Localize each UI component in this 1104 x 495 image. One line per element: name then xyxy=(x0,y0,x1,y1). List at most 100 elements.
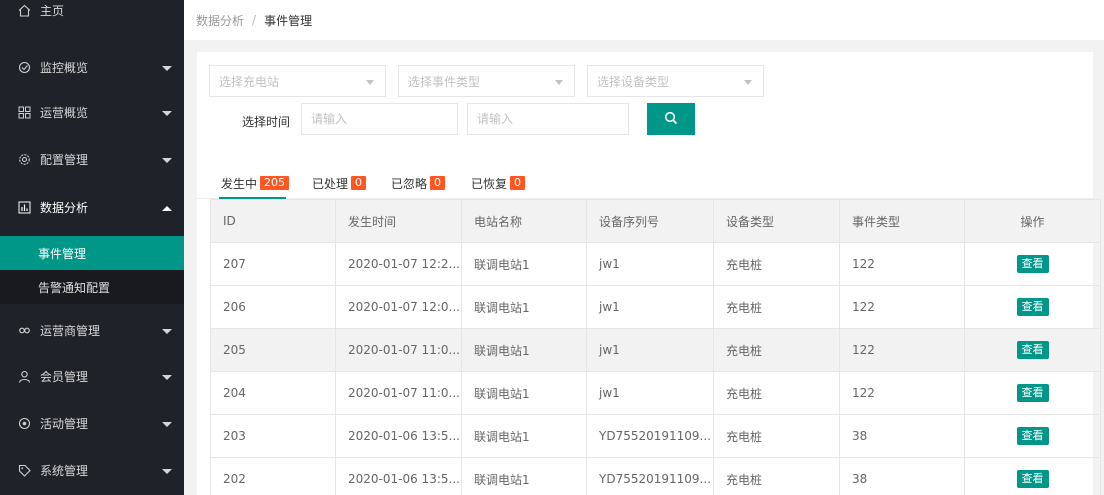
cell-event-type: 122 xyxy=(839,371,965,415)
tab-ignored[interactable]: 已忽略 0 xyxy=(391,172,446,194)
sidebar-item-activities[interactable]: 活动管理 xyxy=(0,401,184,446)
cell-device-type: 充电桩 xyxy=(713,371,840,415)
table-row: 202 2020-01-06 13:5... 联调电站1 YD755201911… xyxy=(210,457,1101,495)
cell-action: 查看 xyxy=(964,457,1101,495)
cell-station: 联调电站1 xyxy=(461,371,587,415)
cell-time: 2020-01-07 12:2... xyxy=(335,242,462,286)
cell-serial: jw1 xyxy=(586,328,714,372)
cell-id: 202 xyxy=(210,457,336,495)
cell-station: 联调电站1 xyxy=(461,328,587,372)
cell-action: 查看 xyxy=(964,371,1101,415)
view-button[interactable]: 查看 xyxy=(1016,384,1049,402)
cell-device-type: 充电桩 xyxy=(713,242,840,286)
search-button[interactable] xyxy=(647,103,695,135)
cell-time: 2020-01-07 11:0... xyxy=(335,371,462,415)
chevron-down-icon xyxy=(162,468,172,474)
sidebar-item-monitor[interactable]: 监控概览 xyxy=(0,45,184,90)
column-header-serial[interactable]: 设备序列号 xyxy=(586,199,714,243)
cell-device-type: 充电桩 xyxy=(713,328,840,372)
events-table: ID 发生时间 电站名称 设备序列号 设备类型 事件类型 操作 207 2020… xyxy=(210,199,1101,495)
sidebar-subitem-label: 告警通知配置 xyxy=(38,280,111,295)
cell-device-type: 充电桩 xyxy=(713,414,840,458)
cell-action: 查看 xyxy=(964,414,1101,458)
cell-id: 204 xyxy=(210,371,336,415)
chevron-down-icon xyxy=(162,157,172,163)
breadcrumb-separator: / xyxy=(252,13,257,27)
table-row: 206 2020-01-07 12:0... 联调电站1 jw1 充电桩 122… xyxy=(210,285,1101,329)
event-type-select-placeholder: 选择事件类型 xyxy=(408,74,481,89)
table-row: 207 2020-01-07 12:2... 联调电站1 jw1 充电桩 122… xyxy=(210,242,1101,286)
sidebar-item-label: 监控概览 xyxy=(40,61,89,75)
cell-id: 207 xyxy=(210,242,336,286)
device-type-select[interactable]: 选择设备类型 xyxy=(587,65,764,97)
tab-label: 已忽略 xyxy=(391,176,428,191)
view-button[interactable]: 查看 xyxy=(1016,255,1049,273)
cell-id: 206 xyxy=(210,285,336,329)
cell-serial: jw1 xyxy=(586,242,714,286)
view-button[interactable]: 查看 xyxy=(1016,427,1049,445)
start-time-input[interactable] xyxy=(301,103,458,135)
sidebar-item-home[interactable]: 主页 xyxy=(0,0,184,33)
sidebar-item-config[interactable]: 配置管理 xyxy=(0,137,184,182)
column-header-event-type[interactable]: 事件类型 xyxy=(839,199,965,243)
sidebar-item-label: 活动管理 xyxy=(40,417,89,431)
chevron-down-icon xyxy=(162,328,172,334)
cell-id: 205 xyxy=(210,328,336,372)
cell-station: 联调电站1 xyxy=(461,457,587,495)
breadcrumb-parent[interactable]: 数据分析 xyxy=(196,12,244,29)
cell-action: 查看 xyxy=(964,328,1101,372)
tab-occurring[interactable]: 发生中 205 xyxy=(221,172,290,194)
tab-recovered[interactable]: 已恢复 0 xyxy=(471,172,526,194)
sidebar-subitem-alarm-config[interactable]: 告警通知配置 xyxy=(0,270,184,304)
sidebar-item-operators[interactable]: 运营商管理 xyxy=(0,308,184,353)
cell-event-type: 122 xyxy=(839,242,965,286)
sidebar-item-system[interactable]: 系统管理 xyxy=(0,448,184,493)
cell-serial: jw1 xyxy=(586,371,714,415)
user-icon xyxy=(17,370,31,384)
column-header-time[interactable]: 发生时间 xyxy=(335,199,462,243)
cell-device-type: 充电桩 xyxy=(713,457,840,495)
count-badge: 0 xyxy=(430,176,446,190)
count-badge: 0 xyxy=(510,176,526,190)
view-button[interactable]: 查看 xyxy=(1016,298,1049,316)
column-header-id[interactable]: ID xyxy=(210,199,336,243)
cell-event-type: 122 xyxy=(839,328,965,372)
column-header-device-type[interactable]: 设备类型 xyxy=(713,199,840,243)
cell-serial: YD75520191109... xyxy=(586,457,714,495)
event-type-select[interactable]: 选择事件类型 xyxy=(398,65,575,97)
sidebar-item-data-analysis[interactable]: 数据分析 xyxy=(0,185,184,230)
search-icon xyxy=(664,111,678,128)
activity-icon xyxy=(17,417,31,431)
cell-id: 203 xyxy=(210,414,336,458)
sidebar: 主页 监控概览 运营概览 配置管理 数据分析 事件管理 告警通知配置 运营商管理… xyxy=(0,0,184,495)
tab-handled[interactable]: 已处理 0 xyxy=(312,172,367,194)
sidebar-item-label: 会员管理 xyxy=(40,370,89,384)
cell-station: 联调电站1 xyxy=(461,242,587,286)
cell-time: 2020-01-06 13:5... xyxy=(335,457,462,495)
station-select[interactable]: 选择充电站 xyxy=(209,65,386,97)
table-row: 203 2020-01-06 13:5... 联调电站1 YD755201911… xyxy=(210,414,1101,458)
sidebar-item-label: 运营概览 xyxy=(40,106,89,120)
chevron-down-icon xyxy=(366,80,374,85)
view-button[interactable]: 查看 xyxy=(1016,341,1049,359)
column-header-action: 操作 xyxy=(964,199,1101,243)
cell-time: 2020-01-07 12:0... xyxy=(335,285,462,329)
count-badge: 0 xyxy=(351,176,367,190)
column-header-station[interactable]: 电站名称 xyxy=(461,199,587,243)
cell-time: 2020-01-07 11:0... xyxy=(335,328,462,372)
station-select-placeholder: 选择充电站 xyxy=(219,74,280,89)
chevron-down-icon xyxy=(555,80,563,85)
table-row: 204 2020-01-07 11:0... 联调电站1 jw1 充电桩 122… xyxy=(210,371,1101,415)
sidebar-item-members[interactable]: 会员管理 xyxy=(0,354,184,399)
breadcrumb-current: 事件管理 xyxy=(264,13,313,28)
view-button[interactable]: 查看 xyxy=(1016,470,1049,488)
sidebar-item-operations[interactable]: 运营概览 xyxy=(0,90,184,135)
cell-serial: YD75520191109... xyxy=(586,414,714,458)
grid-icon xyxy=(17,106,31,120)
link-icon xyxy=(17,324,31,338)
sidebar-subitem-event-management[interactable]: 事件管理 xyxy=(0,236,184,270)
cell-time: 2020-01-06 13:5... xyxy=(335,414,462,458)
event-management-panel: 选择充电站 选择事件类型 选择设备类型 选择时间 发生中 205 已处理 0 已… xyxy=(197,52,1101,495)
cell-action: 查看 xyxy=(964,285,1101,329)
end-time-input[interactable] xyxy=(467,103,629,135)
